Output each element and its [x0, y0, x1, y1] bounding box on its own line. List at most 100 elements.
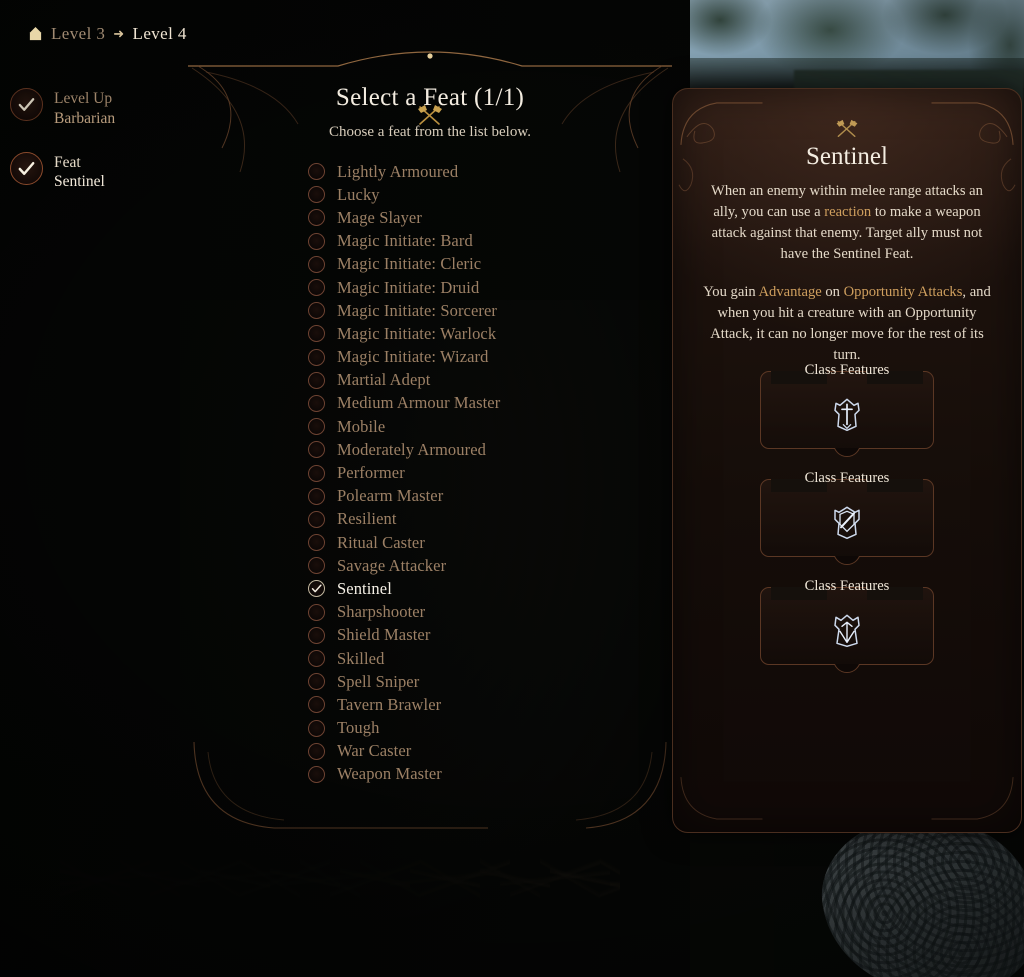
- feat-row-moderately-armoured[interactable]: Moderately Armoured: [308, 438, 658, 461]
- feat-label: Lightly Armoured: [337, 161, 459, 181]
- sidebar-step-subtitle: Sentinel: [54, 173, 105, 191]
- radio-unchecked-icon[interactable]: [308, 557, 325, 575]
- feat-row-shield-master[interactable]: Shield Master: [308, 624, 658, 647]
- feat-list[interactable]: Lightly Armoured Lucky Mage Slayer Magic In…: [308, 160, 658, 820]
- radio-unchecked-icon[interactable]: [308, 603, 325, 621]
- radio-unchecked-icon[interactable]: [308, 534, 325, 552]
- feat-row-medium-armour-master[interactable]: Medium Armour Master: [308, 392, 658, 415]
- feat-label: Resilient: [337, 509, 397, 529]
- feat-label: Skilled: [337, 648, 385, 668]
- radio-unchecked-icon[interactable]: [308, 232, 325, 250]
- detail-p2-highlight-3[interactable]: Opportunity Attacks: [844, 284, 963, 300]
- detail-paragraph-1: When an enemy within melee range attacks…: [697, 181, 997, 266]
- feat-label: Spell Sniper: [337, 671, 420, 691]
- feat-row-ritual-caster[interactable]: Ritual Caster: [308, 531, 658, 554]
- radio-unchecked-icon[interactable]: [308, 163, 325, 181]
- feat-row-lightly-armoured[interactable]: Lightly Armoured: [308, 160, 658, 183]
- radio-unchecked-icon[interactable]: [308, 765, 325, 783]
- radio-unchecked-icon[interactable]: [308, 626, 325, 644]
- feat-row-sharpshooter[interactable]: Sharpshooter: [308, 601, 658, 624]
- radio-unchecked-icon[interactable]: [308, 279, 325, 297]
- class-feature-notch: [832, 556, 862, 568]
- radio-unchecked-icon[interactable]: [308, 255, 325, 273]
- detail-p1-highlight-1[interactable]: reaction: [824, 204, 871, 220]
- crossed-axes-icon: [834, 117, 860, 140]
- feat-row-mobile[interactable]: Mobile: [308, 415, 658, 438]
- feat-row-magic-initiate-druid[interactable]: Magic Initiate: Druid: [308, 276, 658, 299]
- radio-unchecked-icon[interactable]: [308, 302, 325, 320]
- feat-row-polearm-master[interactable]: Polearm Master: [308, 485, 658, 508]
- radio-unchecked-icon[interactable]: [308, 325, 325, 343]
- feat-detail-panel: Sentinel When an enemy within melee rang…: [672, 88, 1022, 833]
- feat-row-magic-initiate-bard[interactable]: Magic Initiate: Bard: [308, 230, 658, 253]
- feat-row-magic-initiate-cleric[interactable]: Magic Initiate: Cleric: [308, 253, 658, 276]
- radio-unchecked-icon[interactable]: [308, 650, 325, 668]
- radio-unchecked-icon[interactable]: [308, 418, 325, 436]
- feat-label: Lucky: [337, 184, 380, 204]
- class-feature-notch: [832, 448, 862, 460]
- feat-row-magic-initiate-warlock[interactable]: Magic Initiate: Warlock: [308, 322, 658, 345]
- radio-unchecked-icon[interactable]: [308, 394, 325, 412]
- radio-unchecked-icon[interactable]: [308, 348, 325, 366]
- detail-description: When an enemy within melee range attacks…: [697, 181, 997, 382]
- radio-unchecked-icon[interactable]: [308, 209, 325, 227]
- feat-row-savage-attacker[interactable]: Savage Attacker: [308, 554, 658, 577]
- sentinel-crest-icon[interactable]: [829, 396, 865, 432]
- radio-unchecked-icon[interactable]: [308, 719, 325, 737]
- feat-label: Mage Slayer: [337, 207, 422, 227]
- sidebar-step-level-up[interactable]: Level Up Barbarian: [10, 88, 180, 129]
- feat-row-skilled[interactable]: Skilled: [308, 647, 658, 670]
- feat-row-magic-initiate-sorcerer[interactable]: Magic Initiate: Sorcerer: [308, 299, 658, 322]
- radio-unchecked-icon[interactable]: [308, 742, 325, 760]
- feat-label: Magic Initiate: Bard: [337, 231, 473, 251]
- radio-unchecked-icon[interactable]: [308, 673, 325, 691]
- radio-unchecked-icon[interactable]: [308, 186, 325, 204]
- feat-row-lucky[interactable]: Lucky: [308, 183, 658, 206]
- feat-row-magic-initiate-wizard[interactable]: Magic Initiate: Wizard: [308, 346, 658, 369]
- feat-label: Moderately Armoured: [337, 439, 486, 459]
- radio-unchecked-icon[interactable]: [308, 464, 325, 482]
- feat-row-martial-adept[interactable]: Martial Adept: [308, 369, 658, 392]
- class-feature-card[interactable]: Class Features: [760, 362, 934, 449]
- radio-unchecked-icon[interactable]: [308, 487, 325, 505]
- feat-row-war-caster[interactable]: War Caster: [308, 740, 658, 763]
- class-feature-card[interactable]: Class Features: [760, 578, 934, 665]
- page-subtitle: Choose a feat from the list below.: [329, 124, 531, 140]
- feat-label: Performer: [337, 463, 405, 483]
- feat-row-weapon-master[interactable]: Weapon Master: [308, 763, 658, 786]
- shield-slash-crest-icon[interactable]: [829, 504, 865, 540]
- sidebar-step-feat[interactable]: Feat Sentinel: [10, 151, 180, 193]
- radio-unchecked-icon[interactable]: [308, 510, 325, 528]
- feat-label: Medium Armour Master: [337, 393, 501, 413]
- feat-label: Shield Master: [337, 625, 431, 645]
- class-feature-title: Class Features: [804, 362, 890, 378]
- detail-title: Sentinel: [806, 143, 888, 170]
- feat-label: Magic Initiate: Cleric: [337, 254, 482, 274]
- feat-row-spell-sniper[interactable]: Spell Sniper: [308, 670, 658, 693]
- sidebar-step-subtitle: Barbarian: [54, 109, 116, 127]
- feat-label: Ritual Caster: [337, 532, 425, 552]
- feat-row-resilient[interactable]: Resilient: [308, 508, 658, 531]
- check-icon: [10, 151, 43, 185]
- class-features-cards: Class Features Class Features Class Featur…: [673, 362, 1021, 695]
- level-to-label: Level 4: [132, 24, 187, 43]
- detail-p2-highlight-1[interactable]: Advantage: [759, 284, 822, 300]
- feat-row-tavern-brawler[interactable]: Tavern Brawler: [308, 693, 658, 716]
- winged-crest-icon[interactable]: [829, 612, 865, 648]
- radio-checked-icon[interactable]: [308, 580, 325, 598]
- feat-label: Weapon Master: [337, 764, 442, 784]
- class-feature-card[interactable]: Class Features: [760, 470, 934, 557]
- feat-label: Sentinel: [337, 578, 392, 598]
- feat-row-tough[interactable]: Tough: [308, 717, 658, 740]
- feat-label: War Caster: [337, 741, 412, 761]
- radio-unchecked-icon[interactable]: [308, 441, 325, 459]
- check-icon: [10, 88, 43, 121]
- radio-unchecked-icon[interactable]: [308, 696, 325, 714]
- check-icon: [309, 581, 324, 596]
- class-feature-notch: [832, 664, 862, 676]
- feat-row-mage-slayer[interactable]: Mage Slayer: [308, 206, 658, 229]
- radio-unchecked-icon[interactable]: [308, 371, 325, 389]
- feat-row-performer[interactable]: Performer: [308, 461, 658, 484]
- feat-label: Magic Initiate: Warlock: [337, 323, 497, 343]
- feat-row-sentinel[interactable]: Sentinel: [308, 577, 658, 600]
